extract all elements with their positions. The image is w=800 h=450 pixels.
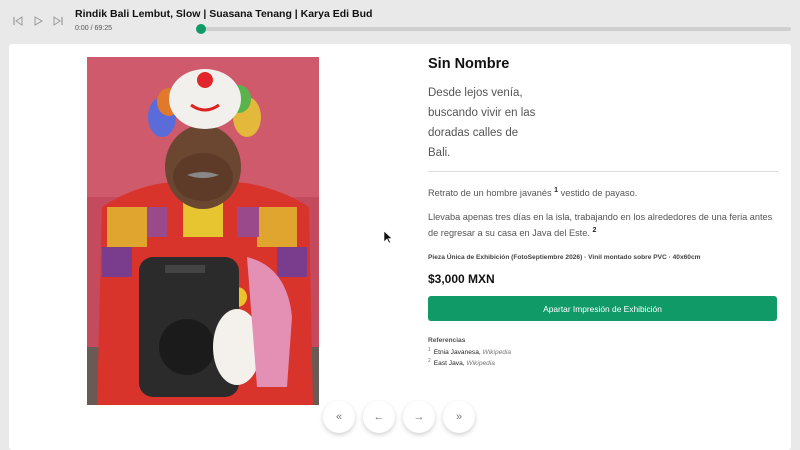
poem-line: Desde lejos venía, (428, 87, 523, 99)
reference-link-etnia-javanesa[interactable]: Etnia Javanesa (434, 349, 479, 356)
first-button[interactable]: « (323, 401, 355, 433)
description-text: Retrato de un hombre javanés (428, 188, 552, 199)
poem-line: buscando vivir en las (428, 107, 536, 119)
track-time: 0:00 / 69:25 (75, 25, 112, 32)
references-heading: Referencias (428, 337, 466, 345)
reference-item: 1 Etnia Javanesa, Wikipedia (428, 347, 512, 357)
play-icon[interactable] (31, 14, 45, 28)
footnote-ref-1[interactable]: 1 (554, 187, 558, 194)
artwork-poem: Desde lejos venía, buscando vivir en las… (428, 83, 548, 163)
artwork-title: Sin Nombre (428, 56, 510, 72)
description-text: Llevaba apenas tres días en la isla, tra… (428, 212, 773, 239)
skip-back-icon[interactable] (11, 14, 25, 28)
footnote-ref-2[interactable]: 2 (592, 227, 596, 234)
poem-line: Bali. (428, 147, 451, 159)
progress-bar[interactable] (196, 24, 791, 34)
previous-button[interactable]: ← (363, 401, 395, 433)
reserve-print-button[interactable]: Apartar Impresión de Exhibición (428, 296, 777, 322)
poem-line: doradas calles de (428, 127, 519, 139)
reference-item: 2 East Java, Wikipedia (428, 358, 495, 368)
track-title: Rindik Bali Lembut, Slow | Suasana Tenan… (75, 8, 373, 20)
edition-details: Pieza Única de Exhibición (FotoSeptiembr… (428, 254, 701, 262)
reference-source[interactable]: Wikipedia (466, 361, 495, 368)
description-1: Retrato de un hombre javanés 1 vestido d… (428, 184, 778, 200)
next-button[interactable]: → (403, 401, 435, 433)
description-text: vestido de payaso. (560, 188, 638, 199)
artwork-card: Sin Nombre Desde lejos venía, buscando v… (9, 44, 791, 450)
description-2: Llevaba apenas tres días en la isla, tra… (428, 210, 778, 240)
price: $3,000 MXN (428, 272, 495, 287)
mouse-cursor-icon (383, 230, 393, 244)
reference-link-east-java[interactable]: East Java (434, 361, 463, 368)
audio-player: Rindik Bali Lembut, Slow | Suasana Tenan… (0, 0, 800, 42)
skip-forward-icon[interactable] (51, 14, 65, 28)
artwork-photo[interactable] (87, 57, 319, 405)
artwork-info: Sin Nombre Desde lejos venía, buscando v… (428, 56, 778, 370)
references: Referencias 1 Etnia Javanesa, Wikipedia 2… (428, 337, 778, 367)
reference-source[interactable]: Wikipedia (483, 349, 512, 356)
last-button[interactable]: » (443, 401, 475, 433)
progress-knob[interactable] (196, 24, 206, 34)
divider (428, 171, 778, 172)
reference-number: 2 (428, 358, 431, 365)
reference-number: 1 (428, 347, 431, 354)
